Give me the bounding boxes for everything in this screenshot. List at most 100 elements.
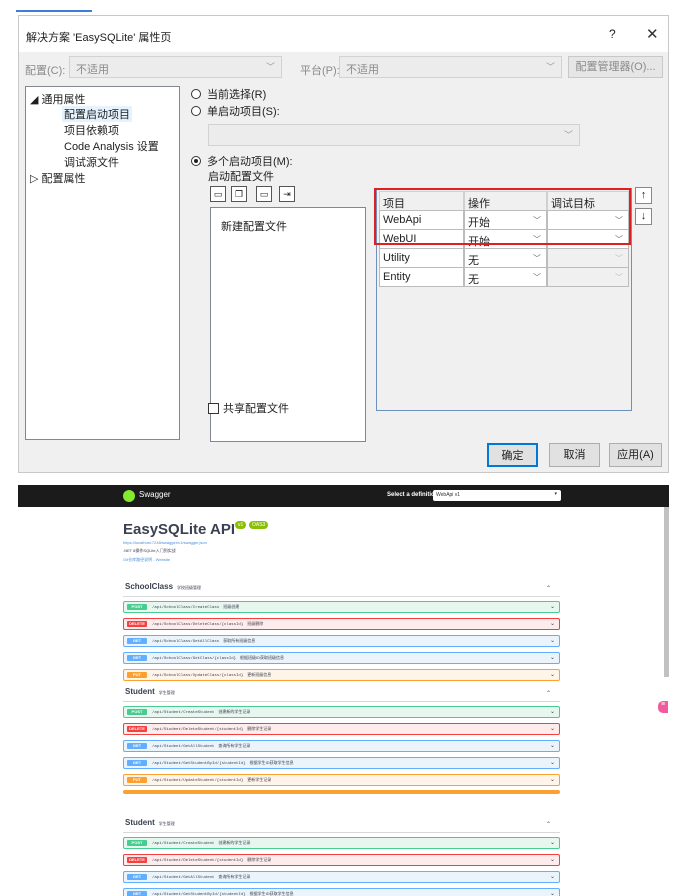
operation-row[interactable]: GET/api/Student/GetStudentById/{studentI… [123,757,560,769]
chevron-down-icon[interactable]: ⌄ [550,637,555,644]
radio-multiple-startup[interactable]: 多个启动项目(M): [191,153,293,169]
radio-current-selection[interactable]: 当前选择(R) [191,86,266,102]
single-startup-combo[interactable]: ﹀ [208,124,580,146]
config-label: 配置(C): [25,65,66,77]
close-icon[interactable]: ✕ [646,25,659,43]
section-divider [123,596,560,597]
operation-path: /api/SchoolClass/CreateClass 班级创建 [152,604,239,610]
oas-badge: OAS3 [249,521,269,529]
swagger-logo-icon[interactable] [123,490,135,502]
platform-combo[interactable]: 不适用 ﹀ [339,56,562,78]
tree-item-config-props[interactable]: ▷ 配置属性 [30,170,86,186]
action-dropdown[interactable]: 无 ﹀ [464,267,547,287]
operation-row[interactable]: GET/api/SchoolClass/GetClass/{classId} 根据… [123,652,560,664]
chevron-down-icon: ﹀ [563,130,573,140]
operation-row[interactable]: POST/api/Student/CreateStudent 创建新的学生记录 ⌄ [123,706,560,718]
chevron-down-icon[interactable]: ⌄ [550,742,555,749]
method-badge: POST [127,604,147,610]
operation-row[interactable]: PUT/api/Student/UpdateStudent/{studentId… [123,774,560,786]
website-link[interactable]: Git仓库路径说明 - Website [123,557,170,563]
chevron-down-icon[interactable]: ⌄ [550,603,555,610]
method-badge: GET [127,891,147,896]
apply-button[interactable]: 应用(A) [609,443,662,467]
tree-label: 配置属性 [41,173,86,185]
new-profile-icon[interactable]: ▭ [210,186,226,202]
chevron-down-icon[interactable]: ⌄ [550,890,555,896]
copy-profile-icon[interactable]: ❐ [231,186,247,202]
operation-row[interactable]: GET/api/SchoolClass/GetAllClass 获取所有班级信息 ⌄ [123,635,560,647]
tree-item-dependencies[interactable]: 项目依赖项 [64,122,119,138]
ok-button[interactable]: 确定 [487,443,538,467]
chevron-down-icon[interactable]: ⌄ [550,671,555,678]
section-header[interactable]: SchoolClass 学校班级管理 [125,582,201,591]
radio-single-startup[interactable]: 单启动项目(S): [191,103,280,119]
path-text: /api/SchoolClass/GetAllClass [152,640,220,644]
share-profile-checkbox[interactable]: 共享配置文件 [208,400,289,416]
chevron-down-icon[interactable]: ⌄ [550,654,555,661]
chevron-down-icon[interactable]: ⌄ [550,856,555,863]
chevron-down-icon[interactable]: ⌄ [550,839,555,846]
chevron-down-icon[interactable]: ⌄ [550,708,555,715]
target-dropdown[interactable]: ﹀ [547,267,629,287]
operation-row[interactable]: PUT/api/SchoolClass/UpdateClass/{classId… [123,669,560,681]
chevron-down-icon: ﹀ [545,62,555,72]
chevron-up-icon[interactable]: ⌃ [546,821,551,828]
target-dropdown[interactable]: ﹀ [547,248,629,268]
tree-item-debug-source[interactable]: 调试源文件 [64,154,119,170]
chevron-down-icon[interactable]: ⌄ [550,725,555,732]
operation-row[interactable]: DELETE/api/SchoolClass/DeleteClass/{clas… [123,618,560,630]
chevron-down-icon[interactable]: ⌄ [550,620,555,627]
swagger-brand[interactable]: Swagger [139,490,171,499]
section-name: Student [125,818,155,827]
chevron-down-icon: ﹀ [615,273,623,282]
radio-circle [191,89,201,99]
move-down-icon[interactable]: ↓ [635,208,652,225]
operation-summary: 创建新的学生记录 [218,840,251,845]
help-button[interactable]: ? [609,27,616,41]
operation-path: /api/SchoolClass/DeleteClass/{classId} 班级… [152,621,263,627]
section-desc: 学校班级管理 [177,585,202,590]
dialog-titlebar: 解决方案 'EasySQLite' 属性页 ? ✕ [19,16,668,52]
action-dropdown[interactable]: 无 ﹀ [464,248,547,268]
section-name: Student [125,687,155,696]
operation-path: /api/Student/DeleteStudent/{studentId} 删除… [152,857,271,863]
operation-path: /api/Student/DeleteStudent/{studentId} 删除… [152,726,271,732]
operation-row[interactable]: GET/api/Student/GetAllStudent 查询所有学生记录 ⌄ [123,740,560,752]
chevron-down-icon[interactable]: ⌄ [550,759,555,766]
chevron-up-icon[interactable]: ⌃ [546,585,551,592]
tree-item-common[interactable]: ◢ 通用属性 [30,91,86,107]
definition-select[interactable]: WebApi v1 ▾ [433,490,561,501]
config-manager-button[interactable]: 配置管理器(O)... [568,56,663,78]
chevron-up-icon[interactable]: ⌃ [546,690,551,697]
config-value: 不适用 [76,64,109,76]
operation-row[interactable]: DELETE/api/Student/DeleteStudent/{studen… [123,723,560,735]
section-header[interactable]: Student 学生管理 [125,687,175,696]
operation-path: /api/Student/GetStudentById/{studentId} 根… [152,891,294,896]
spec-url[interactable]: https://localhost:7248/swagger/v1/swagge… [123,540,207,545]
move-up-icon[interactable]: ↑ [635,187,652,204]
list-item[interactable]: 新建配置文件 [221,218,287,234]
tree-item-startup[interactable]: 配置启动项目 [62,106,132,122]
action-value: 无 [468,274,479,286]
chevron-down-icon: ﹀ [615,254,623,263]
config-combo[interactable]: 不适用 ﹀ [69,56,282,78]
chevron-down-icon[interactable]: ⌄ [550,873,555,880]
operation-row[interactable]: POST/api/SchoolClass/CreateClass 班级创建 ⌄ [123,601,560,613]
expand-icon[interactable]: ◢ [30,94,38,106]
delete-profile-icon[interactable]: ▭ [256,186,272,202]
operation-row[interactable]: DELETE/api/Student/DeleteStudent/{studen… [123,854,560,866]
cancel-button[interactable]: 取消 [549,443,600,467]
side-widget-icon[interactable]: ≡ [658,701,668,713]
operation-row[interactable]: GET/api/Student/GetStudentById/{studentI… [123,888,560,896]
operation-row[interactable]: GET/api/Student/GetAllStudent 查询所有学生记录 ⌄ [123,871,560,883]
operation-row[interactable]: POST/api/Student/CreateStudent 创建新的学生记录 ⌄ [123,837,560,849]
method-badge: PUT [127,672,147,678]
chevron-down-icon[interactable]: ⌄ [550,776,555,783]
collapse-icon[interactable]: ▷ [30,173,38,185]
section-header[interactable]: Student 学生管理 [125,818,175,827]
radio-circle [191,156,201,166]
tree-item-code-analysis[interactable]: Code Analysis 设置 [64,138,159,154]
scrollbar[interactable] [664,507,669,677]
link-underline[interactable] [16,10,92,12]
rename-profile-icon[interactable]: ⇥ [279,186,295,202]
